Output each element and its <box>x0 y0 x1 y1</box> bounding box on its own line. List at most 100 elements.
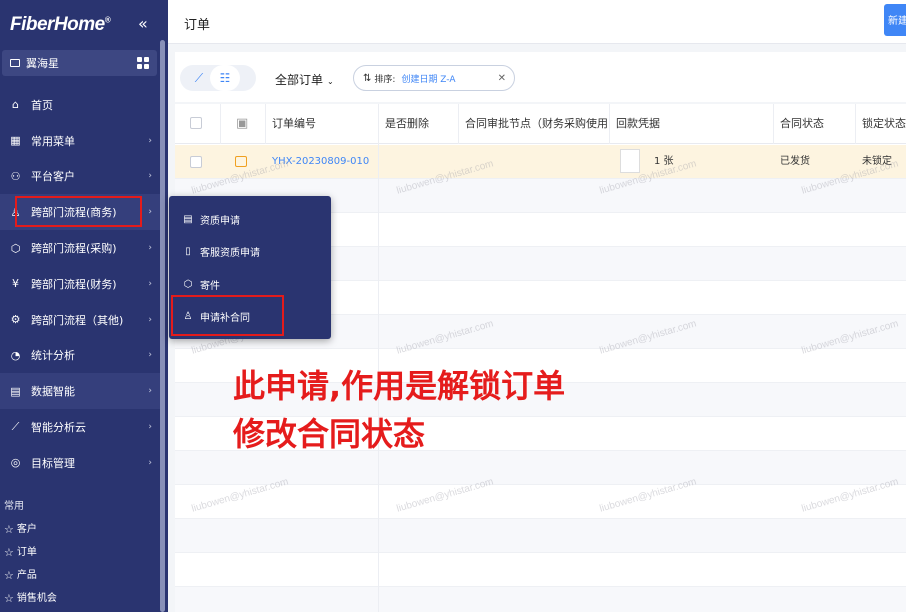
row-flag-cell <box>221 145 266 179</box>
view-toggle: ⟋ ☷ <box>180 65 256 91</box>
sidebar-item-statistics[interactable]: ◔ 统计分析 › <box>0 338 160 374</box>
order-no-link[interactable]: YHX-20230809-010 <box>266 145 379 179</box>
fiberhome-logo[interactable]: FiberHome® <box>10 14 111 36</box>
sidebar-scrollbar[interactable] <box>160 40 165 612</box>
view-filter-dropdown[interactable]: 全部订单 ⌄ <box>275 71 334 88</box>
chevron-right-icon: › <box>148 243 152 254</box>
list-toolbar: ⟋ ☷ 全部订单 ⌄ ⇅ 排序: 创建日期 Z-A ✕ <box>175 52 906 102</box>
row-checkbox[interactable] <box>190 156 202 168</box>
shortcut-label: 客户 <box>16 524 37 535</box>
tenant-switcher[interactable]: 翼海星 <box>2 50 157 76</box>
star-icon: ☆ <box>4 569 14 582</box>
stamp-icon: ♙ <box>183 310 193 322</box>
column-header-receipt[interactable]: 回款凭据 <box>610 104 774 144</box>
deleted-cell <box>379 145 459 179</box>
receipt-thumbnail[interactable] <box>620 149 640 173</box>
sidebar-item-label: 平台客户 <box>31 170 75 184</box>
pie-icon: ◔ <box>10 348 21 362</box>
table-row[interactable]: YHX-20230809-010 1 张 已发货 未锁定 <box>175 145 906 179</box>
sidebar-item-cross-dept-purchase[interactable]: ⬡ 跨部门流程(采购) › <box>0 230 160 266</box>
page-title: 订单 <box>184 18 211 33</box>
top-bar: 订单 新建 <box>168 0 906 44</box>
receipt-count: 1 张 <box>654 156 674 167</box>
select-all-cell <box>175 104 221 144</box>
submenu-item-qualification[interactable]: ▤ 资质申请 <box>169 203 331 235</box>
clear-sort-icon[interactable]: ✕ <box>498 73 506 84</box>
column-header-contract-status[interactable]: 合同状态 <box>774 104 856 144</box>
receipt-cell[interactable]: 1 张 <box>610 145 774 179</box>
column-header-order-no[interactable]: 订单编号 <box>266 104 379 144</box>
column-settings-icon[interactable]: ▣ <box>236 116 248 131</box>
select-all-checkbox[interactable] <box>190 117 202 129</box>
annotation-text: 此申请,作用是解锁订单 修改合同状态 <box>233 362 565 458</box>
submenu-label: 申请补合同 <box>200 312 250 324</box>
chevron-right-icon: › <box>148 386 152 397</box>
target-icon: ◎ <box>10 456 21 470</box>
apps-grid-icon[interactable] <box>137 57 149 69</box>
column-header-deleted[interactable]: 是否删除 <box>379 104 459 144</box>
shortcut-order[interactable]: ☆ 订单 <box>0 541 160 564</box>
users-icon: ⚇ <box>10 169 21 183</box>
new-button[interactable]: 新建 <box>884 4 906 36</box>
sort-value: 创建日期 Z-A <box>401 74 456 85</box>
chevron-right-icon: › <box>148 278 152 289</box>
list-icon: ☷ <box>219 71 231 85</box>
shortcut-label: 销售机会 <box>16 593 57 604</box>
table-header: ▣ 订单编号 是否删除 合同审批节点（财务采购使用 回款凭据 合同状态 锁定状态 <box>175 104 906 144</box>
sidebar-item-label: 统计分析 <box>31 349 75 363</box>
sidebar-item-goal-management[interactable]: ◎ 目标管理 › <box>0 445 160 481</box>
sidebar-item-label: 跨部门流程(商务) <box>31 206 117 220</box>
submenu-item-supplement-contract[interactable]: ♙ 申请补合同 <box>169 300 331 332</box>
chart-line-icon: ⟋ <box>194 70 204 85</box>
box-icon: ⬡ <box>183 278 193 290</box>
sidebar-item-common-menu[interactable]: ▦ 常用菜单 › <box>0 123 160 159</box>
view-filter-label: 全部订单 <box>275 73 324 87</box>
annotation-line: 修改合同状态 <box>233 415 426 453</box>
sidebar-item-cross-dept-other[interactable]: ⚙ 跨部门流程（其他) › <box>0 302 160 338</box>
approval-node-cell <box>459 145 610 179</box>
sidebar-item-cross-dept-finance[interactable]: ¥ 跨部门流程(财务) › <box>0 266 160 302</box>
sort-chip[interactable]: ⇅ 排序: 创建日期 Z-A ✕ <box>353 65 515 91</box>
row-checkbox-cell <box>175 145 221 179</box>
tenant-name: 翼海星 <box>26 57 59 70</box>
annotation-line: 此申请,作用是解锁订单 <box>233 367 566 405</box>
sidebar-item-data-intelligence[interactable]: ▤ 数据智能 › <box>0 373 160 410</box>
column-header-lock-status[interactable]: 锁定状态 <box>856 104 906 144</box>
sort-icon: ⇅ <box>363 72 372 84</box>
shortcut-product[interactable]: ☆ 产品 <box>0 564 160 587</box>
chevron-right-icon: › <box>148 350 152 361</box>
empty-row <box>175 587 906 612</box>
sidebar-item-label: 目标管理 <box>31 456 75 470</box>
sidebar-item-label: 首页 <box>31 98 53 112</box>
star-icon: ☆ <box>4 523 14 536</box>
lock-status-cell: 未锁定 <box>862 156 892 167</box>
sidebar-item-cross-dept-business[interactable]: ♙ 跨部门流程(商务) › <box>0 194 160 231</box>
cube-icon: ⬡ <box>10 241 21 255</box>
sort-label: 排序: <box>374 74 396 85</box>
collapse-sidebar-button[interactable]: « <box>138 14 148 33</box>
submenu-item-shipping[interactable]: ⬡ 寄件 <box>169 268 331 300</box>
home-icon: ⌂ <box>12 98 19 112</box>
sidebar-item-label: 跨部门流程(财务) <box>31 277 117 291</box>
list-view-button[interactable]: ☷ <box>210 65 240 91</box>
star-icon: ☆ <box>4 546 14 559</box>
column-header-approval-node[interactable]: 合同审批节点（财务采购使用 <box>459 104 610 144</box>
submenu-item-cs-qualification[interactable]: ▯ 客服资质申请 <box>169 235 331 267</box>
sidebar-item-home[interactable]: ⌂ 首页 <box>0 87 160 123</box>
shortcut-customer[interactable]: ☆ 客户 <box>0 518 160 541</box>
sidebar-item-platform-customers[interactable]: ⚇ 平台客户 › <box>0 159 160 195</box>
sidebar-item-label: 跨部门流程（其他) <box>31 313 124 327</box>
column-settings-cell: ▣ <box>221 104 266 144</box>
orders-table: ▣ 订单编号 是否删除 合同审批节点（财务采购使用 回款凭据 合同状态 锁定状态… <box>175 104 906 612</box>
sidebar-item-analytics-cloud[interactable]: ⟋ 智能分析云 › <box>0 409 160 445</box>
sidebar-item-label: 跨部门流程(采购) <box>31 242 117 256</box>
shortcut-sales-opportunity[interactable]: ☆ 销售机会 <box>0 587 160 610</box>
doc-icon: ▯ <box>185 245 191 257</box>
order-flag-icon <box>235 155 247 167</box>
chart-line-icon: ⟋ <box>11 420 20 434</box>
chevron-right-icon: › <box>148 171 152 182</box>
sidebar-item-label: 智能分析云 <box>31 421 86 435</box>
sidebar-item-label: 数据智能 <box>31 385 75 399</box>
star-icon: ☆ <box>4 592 14 605</box>
stamp-icon: ♙ <box>10 205 21 219</box>
